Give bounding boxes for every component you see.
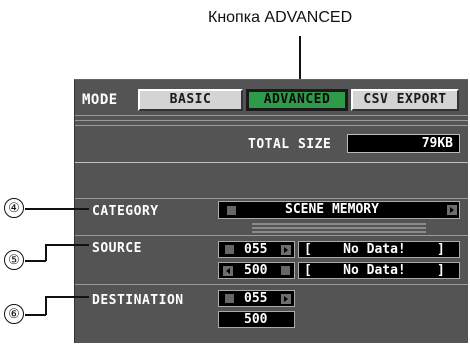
total-size-value: 79KB (347, 134, 460, 153)
callout-6: ⑥ (4, 304, 24, 324)
destination-end: 500 (218, 311, 295, 328)
destination-start[interactable]: 055 (218, 290, 295, 307)
divider (75, 120, 468, 121)
divider (75, 198, 468, 199)
callout-5-line (45, 244, 47, 261)
category-next-icon[interactable] (447, 205, 457, 215)
divider (75, 162, 468, 163)
mode-label: MODE (82, 92, 118, 108)
source-name-value: [ No Data! ] (304, 242, 445, 257)
source-2-prev-icon[interactable] (223, 266, 233, 276)
callout-5-line (45, 244, 89, 246)
source-name-1: [ No Data! ] (298, 241, 460, 258)
divider (75, 235, 468, 236)
tab-csv-export[interactable]: CSV EXPORT (351, 89, 459, 111)
tab-basic[interactable]: BASIC (138, 89, 243, 111)
category-selector[interactable]: SCENE MEMORY (218, 201, 460, 219)
callout-6-line (45, 296, 47, 315)
callout-6-line (45, 296, 89, 298)
tab-advanced[interactable]: ADVANCED (246, 89, 348, 111)
source-name-value: [ No Data! ] (304, 263, 445, 278)
category-label: CATEGORY (92, 204, 159, 219)
source-number-value: 500 (244, 263, 268, 278)
advanced-button-caption: Кнопка ADVANCED (208, 9, 353, 26)
destination-end-value: 500 (244, 312, 268, 327)
callout-6-line (25, 314, 46, 316)
destination-marker-icon (225, 294, 234, 303)
callout-5: ⑤ (4, 250, 24, 270)
category-value: SCENE MEMORY (285, 202, 379, 217)
category-marker-icon (227, 206, 236, 215)
divider (75, 284, 468, 285)
source-1-marker-icon (225, 245, 234, 254)
total-size-label: TOTAL SIZE (248, 137, 332, 152)
destination-label: DESTINATION (92, 293, 184, 308)
callout-4: ④ (4, 198, 24, 218)
scroll-stripe (252, 223, 426, 225)
callout-4-line (25, 208, 89, 210)
source-1-next-icon[interactable] (281, 245, 291, 255)
destination-start-value: 055 (244, 291, 268, 306)
source-number-2[interactable]: 500 (218, 262, 295, 279)
source-2-marker-icon (281, 266, 290, 275)
destination-next-icon[interactable] (281, 294, 291, 304)
divider (75, 115, 468, 116)
source-number-1[interactable]: 055 (218, 241, 295, 258)
scroll-stripe (252, 227, 426, 229)
source-number-value: 055 (244, 242, 268, 257)
source-label: SOURCE (92, 241, 142, 256)
divider (75, 125, 468, 126)
source-name-2: [ No Data! ] (298, 262, 460, 279)
callout-5-line (25, 260, 46, 262)
scroll-stripe (252, 231, 426, 233)
